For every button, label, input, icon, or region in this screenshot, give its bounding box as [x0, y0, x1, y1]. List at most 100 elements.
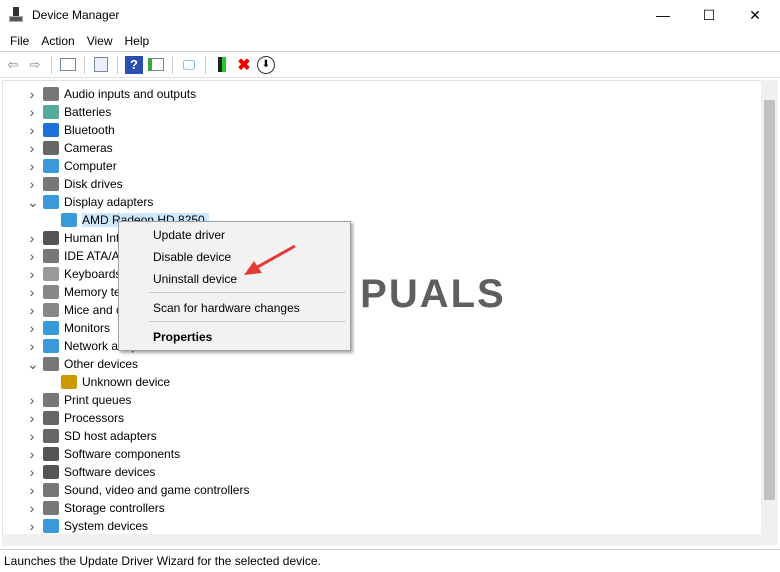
category-item[interactable]: › Processors [30, 409, 125, 427]
maximize-button[interactable]: ☐ [686, 0, 732, 30]
horizontal-scrollbar[interactable] [2, 534, 762, 546]
category-item[interactable]: › Disk drives [30, 175, 123, 193]
expand-chevron-icon[interactable]: › [27, 446, 37, 462]
expand-chevron-icon[interactable]: › [27, 410, 37, 426]
action-pane-icon[interactable] [147, 56, 165, 74]
window-title: Device Manager [32, 8, 120, 22]
category-item[interactable]: › Audio inputs and outputs [30, 85, 197, 103]
category-item[interactable]: › Monitors [30, 319, 111, 337]
device-item[interactable]: Unknown device [61, 373, 170, 391]
category-item[interactable]: › Cameras [30, 139, 113, 157]
minimize-button[interactable]: — [640, 0, 686, 30]
expand-chevron-icon[interactable]: › [27, 266, 37, 282]
device-category-icon [43, 141, 59, 155]
expand-chevron-icon[interactable]: › [27, 482, 37, 498]
status-bar: Launches the Update Driver Wizard for th… [0, 549, 780, 572]
tree-item-label: Other devices [64, 357, 139, 371]
tree-item-label: Processors [64, 411, 125, 425]
vertical-scrollbar[interactable] [761, 80, 778, 545]
tree-item-label: Cameras [64, 141, 113, 155]
category-item[interactable]: › System devices [30, 517, 148, 535]
expand-chevron-icon[interactable]: › [27, 284, 37, 300]
device-category-icon [43, 159, 59, 173]
tree-item-label: Unknown device [82, 375, 171, 389]
menu-action[interactable]: Action [35, 34, 80, 48]
expand-chevron-icon[interactable]: › [27, 518, 37, 534]
device-category-icon [61, 375, 77, 389]
expand-chevron-icon[interactable]: › [27, 158, 37, 174]
device-category-icon [43, 177, 59, 191]
expand-chevron-icon[interactable]: › [27, 122, 37, 138]
tree-item-label: Computer [64, 159, 117, 173]
scan-hardware-icon[interactable]: 🖵 [180, 56, 198, 74]
expand-chevron-icon[interactable]: › [27, 320, 37, 336]
collapse-chevron-icon[interactable]: ⌄ [27, 194, 39, 211]
tree-item-label: SD host adapters [64, 429, 157, 443]
expand-chevron-icon[interactable]: › [27, 230, 37, 246]
expand-chevron-icon[interactable]: › [27, 500, 37, 516]
device-category-icon [43, 267, 59, 281]
expand-chevron-icon[interactable]: › [27, 248, 37, 264]
device-category-icon [43, 465, 59, 479]
category-item[interactable]: › Computer [30, 157, 117, 175]
show-hide-console-tree-icon[interactable] [59, 56, 77, 74]
device-category-icon [43, 231, 59, 245]
help-icon[interactable]: ? [125, 55, 143, 74]
tree-item-label: Bluetooth [64, 123, 115, 137]
category-item[interactable]: › Sound, video and game controllers [30, 481, 250, 499]
category-item[interactable]: ⌄ Other devices [27, 355, 139, 373]
toolbar: ⇦ ⇨ ? 🖵 ✖ ⬇ [0, 52, 780, 78]
device-category-icon [61, 213, 77, 227]
update-driver-icon[interactable] [213, 56, 231, 74]
menu-view[interactable]: View [81, 34, 119, 48]
expand-chevron-icon[interactable]: › [27, 302, 37, 318]
tree-item-label: Monitors [64, 321, 111, 335]
collapse-chevron-icon[interactable]: ⌄ [27, 356, 39, 373]
device-category-icon [43, 483, 59, 497]
device-category-icon [43, 339, 59, 353]
expand-chevron-icon[interactable]: › [27, 86, 37, 102]
menu-file[interactable]: File [4, 34, 35, 48]
expand-chevron-icon[interactable]: › [27, 464, 37, 480]
menu-help[interactable]: Help [119, 34, 156, 48]
expand-chevron-icon[interactable]: › [27, 338, 37, 354]
uninstall-icon[interactable]: ✖ [235, 56, 253, 74]
tree-item-label: Audio inputs and outputs [64, 87, 197, 101]
scrollbar-thumb[interactable] [764, 100, 775, 500]
category-item[interactable]: ⌄ Display adapters [27, 193, 153, 211]
properties-icon[interactable] [92, 56, 110, 74]
category-item[interactable]: › Software components [30, 445, 181, 463]
category-item[interactable]: › SD host adapters [30, 427, 157, 445]
category-item[interactable]: › Batteries [30, 103, 112, 121]
menu-item-properties[interactable]: Properties [153, 330, 212, 344]
device-category-icon [43, 195, 59, 209]
menu-item-update-driver[interactable]: Update driver [153, 228, 225, 242]
device-category-icon [43, 105, 59, 119]
category-item[interactable]: › Storage controllers [30, 499, 165, 517]
category-item[interactable]: › Print queues [30, 391, 132, 409]
tree-item-label: Batteries [64, 105, 112, 119]
disable-icon[interactable]: ⬇ [257, 55, 275, 74]
category-item[interactable]: › Keyboards [30, 265, 122, 283]
menu-item-disable-device[interactable]: Disable device [153, 250, 231, 264]
expand-chevron-icon[interactable]: › [27, 428, 37, 444]
expand-chevron-icon[interactable]: › [27, 176, 37, 192]
back-icon[interactable]: ⇦ [4, 56, 22, 74]
category-item[interactable]: › Bluetooth [30, 121, 115, 139]
device-category-icon [43, 321, 59, 335]
forward-icon[interactable]: ⇨ [26, 56, 44, 74]
menu-item-scan-hardware[interactable]: Scan for hardware changes [153, 301, 300, 315]
device-category-icon [43, 249, 59, 263]
device-category-icon [43, 357, 59, 371]
device-category-icon [43, 303, 59, 317]
tree-item-label: Sound, video and game controllers [64, 483, 250, 497]
close-button[interactable]: ✕ [732, 0, 778, 30]
tree-item-label: Software components [64, 447, 181, 461]
device-category-icon [43, 285, 59, 299]
expand-chevron-icon[interactable]: › [27, 104, 37, 120]
expand-chevron-icon[interactable]: › [27, 392, 37, 408]
device-category-icon [43, 393, 59, 407]
expand-chevron-icon[interactable]: › [27, 140, 37, 156]
category-item[interactable]: › Software devices [30, 463, 156, 481]
menu-item-uninstall-device[interactable]: Uninstall device [153, 272, 237, 286]
